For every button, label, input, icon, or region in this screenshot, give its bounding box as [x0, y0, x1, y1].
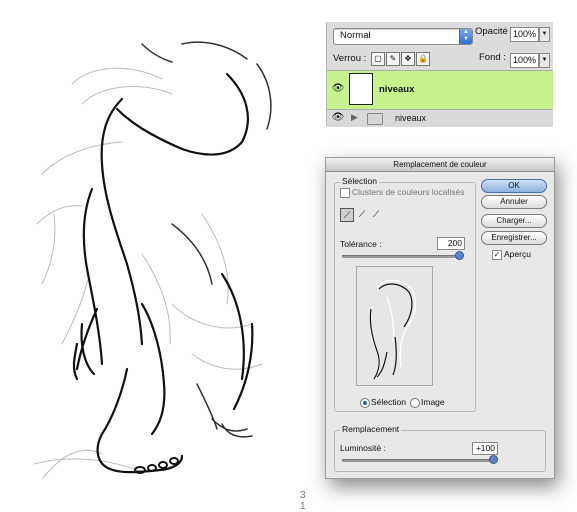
preview-figure [369, 279, 417, 380]
localized-clusters-checkbox[interactable] [340, 188, 350, 198]
cancel-button[interactable]: Annuler [481, 195, 547, 209]
lock-label: Verrou : [333, 53, 367, 64]
layers-panel: Normal ▲ ▼ Opacité : 100% ▼ Verrou : ▢ ✎ … [326, 22, 553, 127]
eye-icon[interactable]: 👁 [331, 113, 345, 123]
selection-preview [356, 266, 433, 386]
eyedropper-icon[interactable]: ⟋ [340, 208, 354, 222]
fill-field[interactable]: 100% [510, 53, 539, 68]
tolerance-slider-track[interactable] [342, 255, 460, 258]
save-button[interactable]: Enregistrer... [481, 231, 547, 245]
selection-group-title: Sélection [340, 176, 379, 186]
load-button[interactable]: Charger... [481, 214, 547, 228]
replacement-group-title: Remplacement [340, 424, 402, 434]
dialog-title: Remplacement de couleur [326, 158, 554, 172]
tolerance-field[interactable]: 200 [437, 237, 465, 250]
image-radio-label: Image [421, 397, 445, 407]
expand-triangle-icon[interactable]: ▶ [351, 112, 358, 123]
image-radio[interactable] [410, 398, 420, 408]
layer-thumbnail [349, 73, 373, 105]
selection-radio-label: Sélection [371, 397, 406, 407]
sketch-canvas: 3 1 [22, 24, 306, 512]
localized-clusters-label: Clusters de couleurs localisés [352, 187, 465, 197]
lock-pixels-icon[interactable]: ✎ [386, 52, 400, 66]
eye-icon[interactable]: 👁 [331, 84, 345, 94]
page-number: 3 1 [300, 490, 306, 512]
tolerance-slider-knob[interactable] [455, 251, 464, 260]
selection-radio[interactable] [360, 398, 370, 408]
group-name[interactable]: niveaux [395, 113, 426, 123]
tolerance-label: Tolérance : [340, 239, 382, 249]
ok-button[interactable]: OK [481, 179, 547, 193]
folder-icon [367, 113, 383, 125]
preview-checkbox[interactable]: ✓ [492, 250, 502, 260]
blend-mode-select[interactable]: Normal ▲ ▼ [333, 28, 473, 45]
fill-label: Fond : [479, 52, 506, 63]
lock-position-icon[interactable]: ✥ [401, 52, 415, 66]
luminosity-label: Luminosité : [340, 443, 386, 453]
replace-color-dialog: Remplacement de couleur Sélection Cluste… [325, 157, 555, 479]
fill-arrow-icon[interactable]: ▼ [539, 53, 550, 68]
layer-name[interactable]: niveaux [379, 84, 414, 95]
preview-checkbox-label: Aperçu [504, 249, 531, 259]
opacity-label: Opacité : [475, 26, 514, 37]
eyedropper-plus-icon[interactable]: ⟋ [356, 208, 368, 220]
opacity-arrow-icon[interactable]: ▼ [539, 27, 550, 42]
blend-mode-value: Normal [340, 30, 371, 41]
lock-all-icon[interactable]: 🔒 [416, 52, 430, 66]
luminosity-slider-track[interactable] [342, 459, 494, 462]
luminosity-slider-knob[interactable] [489, 455, 498, 464]
opacity-field[interactable]: 100% [510, 27, 539, 42]
luminosity-field[interactable]: +100 [472, 442, 498, 455]
layer-group-row[interactable]: 👁 ▶ niveaux [327, 109, 553, 127]
layer-row-niveaux[interactable]: 👁 niveaux [327, 70, 553, 109]
lock-transparency-icon[interactable]: ▢ [371, 52, 385, 66]
figure-sketch [33, 41, 272, 480]
updown-arrows-icon: ▲ ▼ [459, 29, 472, 44]
eyedropper-minus-icon[interactable]: ⟋ [370, 208, 382, 220]
